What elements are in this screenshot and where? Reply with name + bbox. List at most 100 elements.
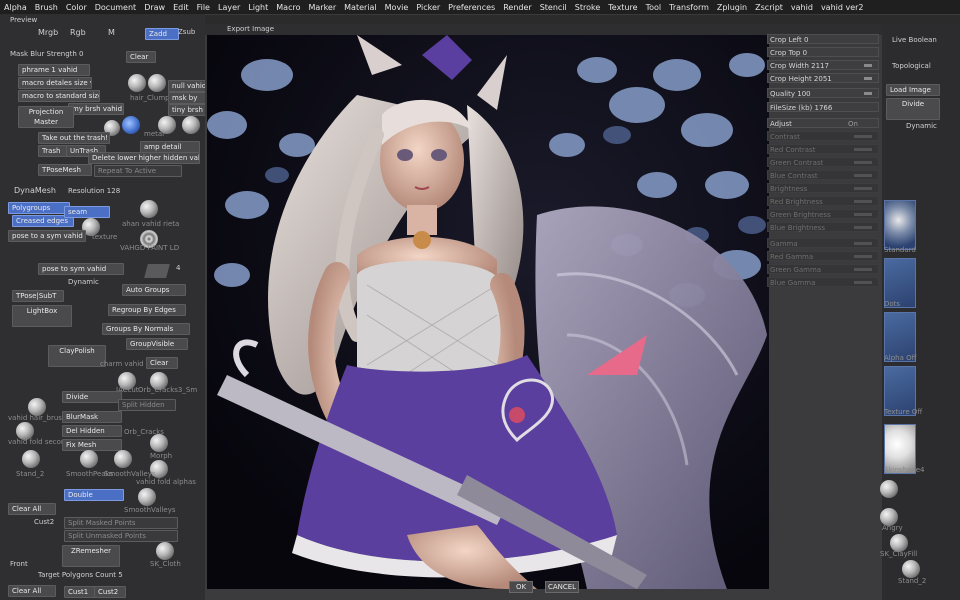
topological-button[interactable]: Topological — [892, 62, 931, 70]
brightness-slider[interactable]: Brightness — [767, 183, 879, 193]
split-masked-points-button[interactable]: Split Masked Points — [64, 517, 178, 529]
menu-item-transform[interactable]: Transform — [665, 3, 713, 12]
menu-item-brush[interactable]: Brush — [31, 3, 62, 12]
macro-standard-button[interactable]: macro to standard size — [18, 90, 100, 102]
resolution-slider[interactable]: Resolution 128 — [68, 187, 120, 195]
take-out-trash-button[interactable]: Take out the trash! — [38, 132, 110, 144]
slider-knob[interactable] — [854, 268, 872, 271]
projection-master-button[interactable]: Projection Master — [18, 106, 74, 128]
divide-button-right[interactable]: Divide — [886, 98, 940, 120]
split-unmasked-points-button[interactable]: Split Unmasked Points — [64, 530, 178, 542]
menu-item-vahid-ver2[interactable]: vahid ver2 — [817, 3, 868, 12]
brush-icon[interactable] — [880, 480, 898, 498]
brush-icon[interactable] — [148, 74, 166, 92]
green-contrast-slider[interactable]: Green Contrast — [767, 157, 879, 167]
slider-knob[interactable] — [854, 187, 872, 190]
fix-mesh-button[interactable]: Fix Mesh — [62, 439, 122, 451]
cust1-button[interactable]: Cust1 — [64, 586, 96, 598]
spiral-brush-icon[interactable] — [122, 116, 140, 134]
groups-by-normals-button[interactable]: Groups By Normals — [102, 323, 190, 335]
clear-button-2[interactable]: Clear — [146, 357, 178, 369]
standard-brush-thumbnail[interactable] — [884, 200, 916, 250]
tiny-brush-button[interactable]: tiny brsh vahid — [168, 104, 210, 116]
morph-brush-icon[interactable] — [150, 434, 168, 452]
menu-item-stencil[interactable]: Stencil — [536, 3, 571, 12]
tpose-subt-button[interactable]: TPose|SubT — [12, 290, 64, 302]
menu-item-zplugin[interactable]: Zplugin — [713, 3, 751, 12]
crop-width-slider[interactable]: Crop Width 2117 — [767, 60, 879, 70]
brush-icon[interactable] — [140, 200, 158, 218]
split-hidden-button[interactable]: Split Hidden — [118, 399, 176, 411]
zremesher-button[interactable]: ZRemesher — [62, 545, 120, 567]
brush-icon[interactable] — [128, 74, 146, 92]
slider-knob[interactable] — [854, 226, 872, 229]
slider-knob[interactable] — [864, 64, 872, 67]
green-brightness-slider[interactable]: Green Brightness — [767, 209, 879, 219]
slider-knob[interactable] — [854, 242, 872, 245]
rgb-button[interactable]: Rgb — [70, 28, 86, 37]
zsub-button[interactable]: Zsub — [178, 28, 195, 36]
clear-all-button[interactable]: Clear All — [8, 503, 56, 515]
phrame-button[interactable]: phrame 1 vahid — [18, 64, 90, 76]
menu-item-stroke[interactable]: Stroke — [571, 3, 605, 12]
alpha-icon[interactable] — [144, 264, 170, 278]
repeat-to-active-button[interactable]: Repeat To Active — [94, 165, 182, 177]
cust2-button[interactable]: Cust2 — [94, 586, 126, 598]
polygroups-button[interactable]: Polygroups — [8, 202, 70, 214]
menu-item-color[interactable]: Color — [62, 3, 91, 12]
cancel-button[interactable]: CANCEL — [545, 581, 579, 593]
mrgb-button[interactable]: Mrgb — [38, 28, 58, 37]
slider-knob[interactable] — [854, 135, 872, 138]
lightbox-button[interactable]: LightBox — [12, 305, 72, 327]
red-brightness-slider[interactable]: Red Brightness — [767, 196, 879, 206]
menu-item-texture[interactable]: Texture — [604, 3, 641, 12]
brush-icon[interactable] — [22, 450, 40, 468]
blue-brightness-slider[interactable]: Blue Brightness — [767, 222, 879, 232]
menu-item-preferences[interactable]: Preferences — [444, 3, 499, 12]
my-brush-button[interactable]: my brsh vahid — [68, 103, 124, 115]
auto-groups-button[interactable]: Auto Groups — [122, 284, 186, 296]
null-vahid-button[interactable]: null vahid — [168, 80, 210, 92]
menu-item-file[interactable]: File — [193, 3, 214, 12]
menu-item-picker[interactable]: Picker — [412, 3, 444, 12]
gamma-slider[interactable]: Gamma — [767, 238, 879, 248]
menu-item-layer[interactable]: Layer — [214, 3, 244, 12]
on-toggle[interactable]: On — [848, 119, 858, 129]
contrast-slider[interactable]: Contrast — [767, 131, 879, 141]
regroup-edges-button[interactable]: Regroup By Edges — [108, 304, 186, 316]
menu-item-light[interactable]: Light — [244, 3, 272, 12]
m-button[interactable]: M — [108, 28, 115, 37]
slider-knob[interactable] — [864, 92, 872, 95]
slider-knob[interactable] — [854, 255, 872, 258]
menu-item-material[interactable]: Material — [340, 3, 381, 12]
menu-item-alpha[interactable]: Alpha — [0, 3, 31, 12]
ok-button[interactable]: OK — [509, 581, 533, 593]
menu-item-tool[interactable]: Tool — [642, 3, 666, 12]
red-gamma-slider[interactable]: Red Gamma — [767, 251, 879, 261]
menu-item-vahid[interactable]: vahid — [787, 3, 817, 12]
seam-button[interactable]: seam — [64, 206, 110, 218]
menu-item-macro[interactable]: Macro — [272, 3, 304, 12]
slider-knob[interactable] — [854, 174, 872, 177]
menu-item-movie[interactable]: Movie — [381, 3, 413, 12]
pose-sym-button[interactable]: pose to a sym vahid — [8, 230, 86, 242]
zadd-button[interactable]: Zadd — [145, 28, 179, 40]
live-boolean-button[interactable]: Live Boolean — [892, 36, 937, 44]
blue-contrast-slider[interactable]: Blue Contrast — [767, 170, 879, 180]
del-hidden-button[interactable]: Del Hidden — [62, 425, 122, 437]
mask-blur-strength[interactable]: Mask Blur Strength 0 — [10, 50, 84, 58]
brush-icon[interactable] — [114, 450, 132, 468]
trash-button[interactable]: Trash — [38, 145, 68, 157]
load-image-button[interactable]: Load Image — [886, 84, 940, 96]
target-polygons-slider[interactable]: Target Polygons Count 5 — [38, 571, 123, 579]
clear-button[interactable]: Clear — [126, 51, 156, 63]
red-contrast-slider[interactable]: Red Contrast — [767, 144, 879, 154]
green-gamma-slider[interactable]: Green Gamma — [767, 264, 879, 274]
menu-item-edit[interactable]: Edit — [169, 3, 193, 12]
slider-knob[interactable] — [864, 77, 872, 80]
brush-icon[interactable] — [80, 450, 98, 468]
claypolish-button[interactable]: ClayPolish — [48, 345, 106, 367]
delete-lower-higher-button[interactable]: Delete lower higher hidden vahid — [88, 152, 200, 164]
menu-item-draw[interactable]: Draw — [140, 3, 169, 12]
brush-icon[interactable] — [156, 542, 174, 560]
